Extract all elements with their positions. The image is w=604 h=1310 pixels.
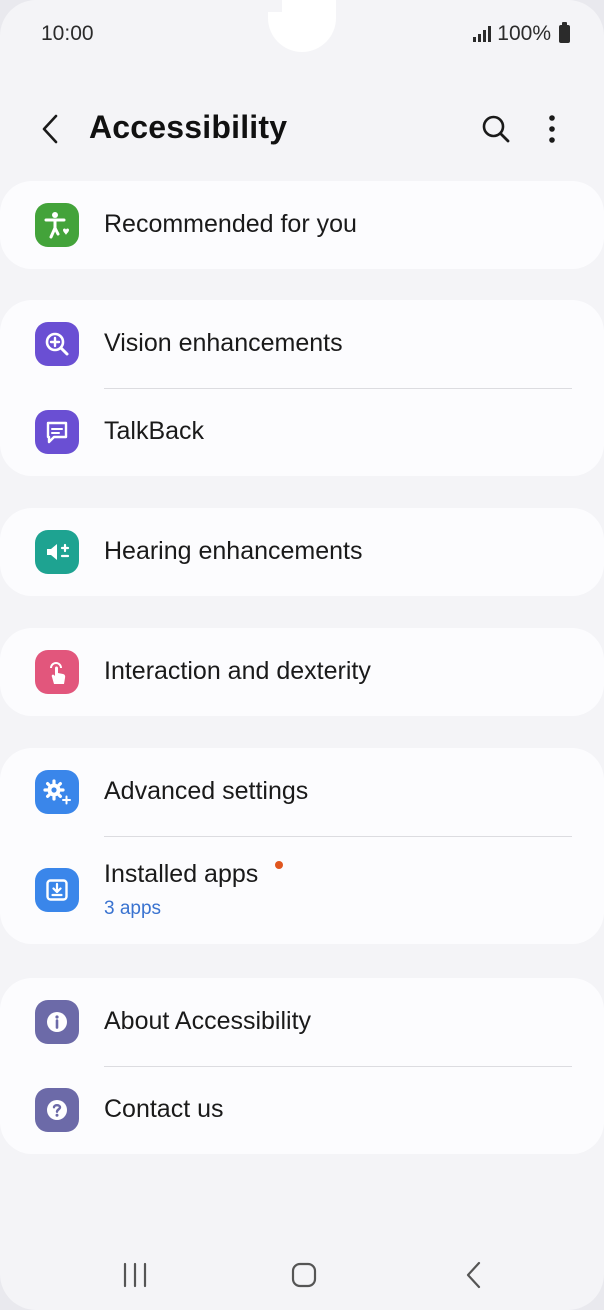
settings-item-contact[interactable]: Contact us (0, 1066, 604, 1154)
chat-bubble-icon (35, 410, 79, 454)
home-icon (291, 1262, 317, 1288)
settings-item-label: Advanced settings (104, 777, 309, 805)
signal-icon (473, 26, 492, 42)
settings-item-interaction[interactable]: Interaction and dexterity (0, 628, 604, 716)
recents-button[interactable] (105, 1240, 165, 1310)
app-header: Accessibility (0, 95, 604, 165)
settings-item-label: Hearing enhancements (104, 537, 363, 565)
settings-group-recommended: Recommended for you (0, 181, 604, 269)
gear-plus-icon (35, 770, 79, 814)
settings-item-installed-apps[interactable]: Installed apps 3 apps (0, 836, 604, 944)
settings-group-hearing: Hearing enhancements (0, 508, 604, 596)
settings-item-label: Contact us (104, 1095, 224, 1123)
back-nav-button[interactable] (444, 1240, 504, 1310)
settings-item-advanced[interactable]: Advanced settings (0, 748, 604, 836)
settings-item-label: Interaction and dexterity (104, 657, 371, 685)
recents-icon (123, 1262, 147, 1288)
settings-group-about: About Accessibility Contact us (0, 978, 604, 1154)
search-button[interactable] (474, 107, 518, 151)
download-box-icon (35, 868, 79, 912)
settings-item-recommended[interactable]: Recommended for you (0, 181, 604, 269)
settings-item-label: Recommended for you (104, 210, 357, 238)
settings-item-vision[interactable]: Vision enhancements (0, 300, 604, 388)
more-vertical-icon (549, 115, 555, 143)
settings-group-interaction: Interaction and dexterity (0, 628, 604, 716)
more-options-button[interactable] (532, 107, 572, 151)
settings-group-vision: Vision enhancements TalkBack (0, 300, 604, 476)
camera-notch (268, 0, 336, 52)
accessibility-person-icon (35, 203, 79, 247)
settings-item-label: About Accessibility (104, 1007, 312, 1035)
navigation-bar (0, 1240, 604, 1310)
settings-item-hearing[interactable]: Hearing enhancements (0, 508, 604, 596)
search-icon (482, 115, 510, 143)
page-title: Accessibility (89, 109, 288, 145)
volume-plus-icon (35, 530, 79, 574)
home-button[interactable] (274, 1240, 334, 1310)
new-badge-dot (275, 861, 283, 869)
settings-item-sublabel: 3 apps (104, 898, 162, 919)
magnify-plus-icon (35, 322, 79, 366)
info-icon (35, 1000, 79, 1044)
battery-icon (559, 22, 570, 43)
settings-item-label: Vision enhancements (104, 329, 343, 357)
status-time: 10:00 (41, 22, 94, 45)
settings-group-advanced: Advanced settings Installed apps 3 apps (0, 748, 604, 944)
phone-screen: 10:00 100% Accessibility Recommended for… (0, 0, 604, 1310)
back-nav-icon (466, 1261, 481, 1289)
battery-percent: 100% (497, 22, 551, 45)
touch-hand-icon (35, 650, 79, 694)
settings-item-talkback[interactable]: TalkBack (0, 388, 604, 476)
status-indicators: 100% (473, 22, 570, 46)
chevron-left-icon (42, 114, 58, 144)
back-button[interactable] (30, 109, 70, 149)
settings-item-label: Installed apps (104, 860, 259, 888)
settings-item-label: TalkBack (104, 417, 205, 445)
settings-item-about[interactable]: About Accessibility (0, 978, 604, 1066)
question-icon (35, 1088, 79, 1132)
